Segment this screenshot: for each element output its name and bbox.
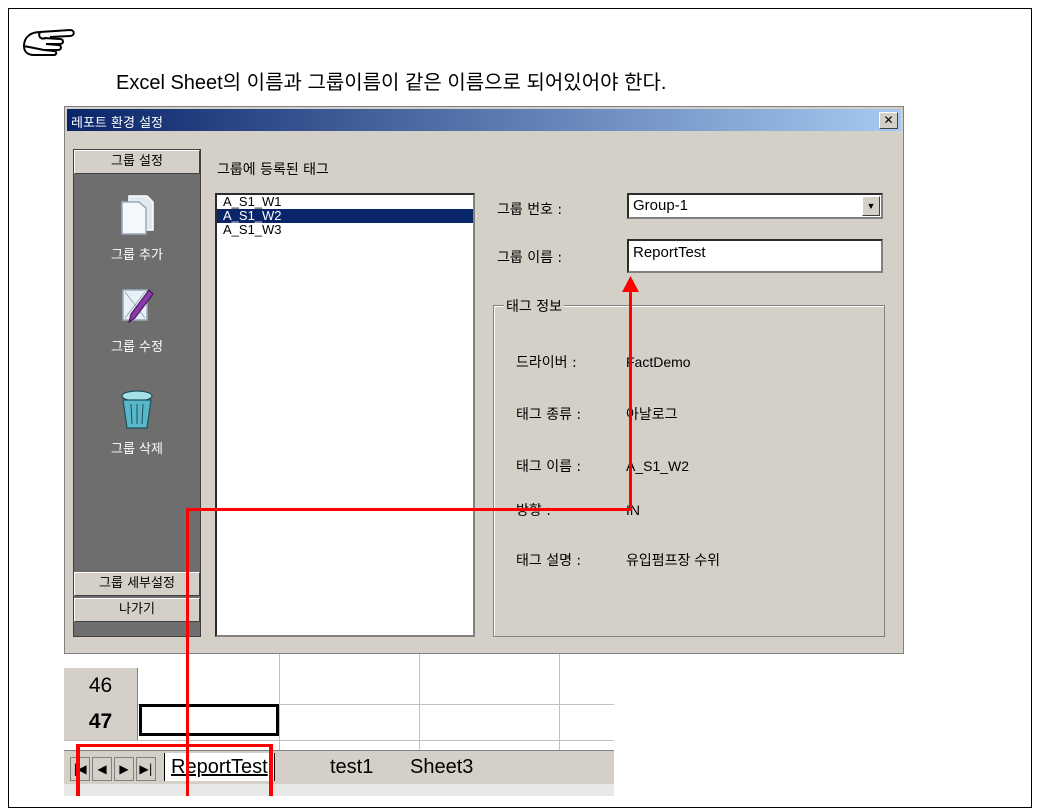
delete-group-item[interactable]: 그룹 삭제 (74, 388, 200, 457)
arrow-up-icon (622, 276, 639, 292)
group-settings-button[interactable]: 그룹 설정 (74, 150, 200, 174)
sheet-tab-sheet3[interactable]: Sheet3 (410, 753, 473, 781)
highlight-box-top (76, 744, 273, 747)
tag-list-title: 그룹에 등록된 태그 (217, 162, 329, 178)
group-number-value: Group-1 (633, 197, 689, 214)
edit-group-item[interactable]: 그룹 수정 (74, 286, 200, 355)
add-group-item[interactable]: 그룹 추가 (74, 194, 200, 263)
edit-group-label: 그룹 수정 (111, 340, 163, 355)
sheet-tab-bar: |◀ ◀ ▶ ▶| ReportTest test1 Sheet3 (64, 750, 614, 785)
group-number-select[interactable]: Group-1 ▼ (627, 193, 883, 219)
active-cell[interactable] (139, 704, 279, 736)
group-detail-settings-button[interactable]: 그룹 세부설정 (74, 572, 200, 596)
close-button[interactable]: ✕ (879, 112, 898, 129)
add-group-label: 그룹 추가 (111, 248, 163, 263)
group-name-label: 그룹 이름 : (497, 250, 563, 266)
annotation-line (629, 290, 632, 511)
last-sheet-button[interactable]: ▶| (136, 757, 156, 781)
instruction-note: Excel Sheet의 이름과 그룹이름이 같은 이름으로 되어있어야 한다. (116, 72, 667, 94)
info-row-driver: 드라이버 : FactDemo (516, 352, 691, 372)
sheet-tab-reporttest[interactable]: ReportTest (164, 753, 275, 781)
info-key: 드라이버 : (516, 355, 577, 371)
tag-info-group: 태그 정보 드라이버 : FactDemo 태그 종류 : 아날로그 태그 이름 :… (493, 296, 885, 637)
info-row-description: 태그 설명 : 유입펌프장 수위 (516, 550, 720, 570)
next-sheet-button[interactable]: ▶ (114, 757, 134, 781)
chevron-down-icon[interactable]: ▼ (862, 196, 880, 216)
title-bar: 레포트 환경 설정 ✕ (67, 109, 901, 131)
highlight-box-right (269, 744, 273, 796)
info-value: 유입펌프장 수위 (626, 552, 721, 568)
list-item[interactable]: A_S1_W3 (217, 223, 473, 237)
tag-info-title: 태그 정보 (504, 296, 564, 316)
prev-sheet-button[interactable]: ◀ (92, 757, 112, 781)
exit-button[interactable]: 나가기 (74, 598, 200, 622)
info-key: 태그 설명 : (516, 553, 582, 569)
dialog-title: 레포트 환경 설정 (71, 116, 163, 131)
sidebar: 그룹 설정 그룹 추가 그룹 수정 그룹 삭제 그룹 세부설정 나가기 (73, 149, 201, 637)
first-sheet-button[interactable]: |◀ (70, 757, 90, 781)
info-row-tag-name: 태그 이름 : A_S1_W2 (516, 456, 689, 476)
table-row[interactable]: 47 (64, 704, 614, 741)
report-settings-dialog: 레포트 환경 설정 ✕ 그룹 설정 그룹 추가 그룹 수정 그룹 삭제 그룹 세… (64, 106, 904, 654)
info-value: 아날로그 (626, 406, 678, 422)
info-value: A_S1_W2 (626, 458, 690, 474)
info-value: FactDemo (626, 354, 691, 370)
group-name-input[interactable]: ReportTest (627, 239, 883, 273)
excel-sheet: 46 47 |◀ ◀ ▶ ▶| ReportTest test1 Sheet3 (64, 644, 614, 796)
list-item-selected[interactable]: A_S1_W2 (217, 209, 473, 223)
info-row-tag-type: 태그 종류 : 아날로그 (516, 404, 678, 424)
info-key: 태그 이름 : (516, 459, 582, 475)
sheet-tab-test1[interactable]: test1 (330, 753, 373, 781)
trash-can-icon (121, 390, 153, 429)
annotation-line (186, 508, 189, 796)
tag-list[interactable]: A_S1_W1 A_S1_W2 A_S1_W3 (215, 193, 475, 637)
horizontal-scrollbar[interactable] (64, 784, 614, 796)
row-header[interactable]: 47 (64, 704, 138, 740)
highlight-box-left (76, 744, 80, 796)
group-number-label: 그룹 번호 : (497, 202, 563, 218)
pointing-hand-icon (22, 28, 75, 56)
edit-pencil-icon (122, 289, 154, 324)
row-header[interactable]: 46 (64, 668, 138, 704)
annotation-line (186, 508, 631, 511)
table-row[interactable]: 46 (64, 668, 614, 705)
pages-icon (121, 195, 154, 235)
info-key: 태그 종류 : (516, 407, 582, 423)
list-item[interactable]: A_S1_W1 (217, 195, 473, 209)
delete-group-label: 그룹 삭제 (111, 442, 163, 457)
